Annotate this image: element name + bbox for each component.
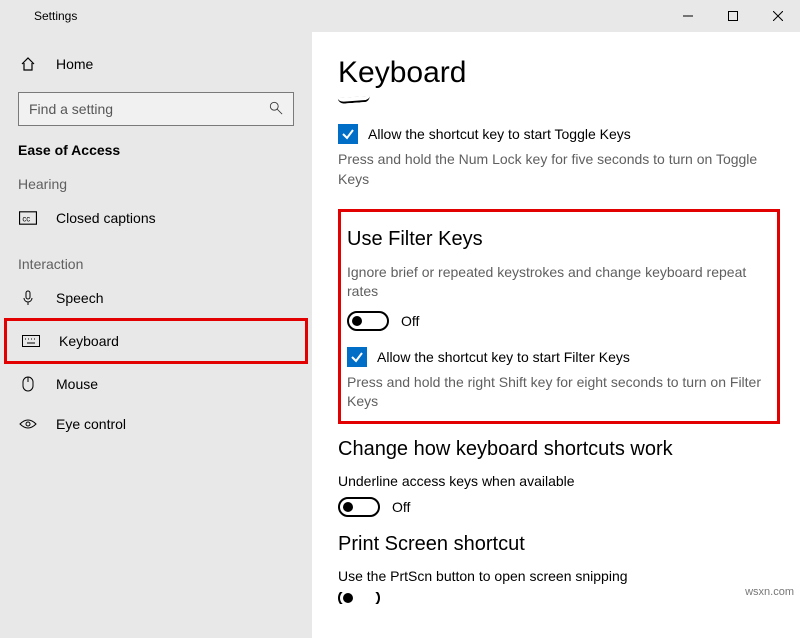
checkbox-label: Allow the shortcut key to start Filter K… <box>377 349 630 365</box>
search-icon <box>269 101 283 118</box>
group-interaction-label: Interaction <box>0 256 312 272</box>
titlebar: Settings <box>0 0 800 32</box>
sidebar-item-label: Mouse <box>56 376 98 392</box>
sidebar-item-closed-captions[interactable]: cc Closed captions <box>0 198 312 238</box>
mouse-icon <box>18 376 38 392</box>
search-input[interactable] <box>18 92 294 126</box>
microphone-icon <box>18 290 38 306</box>
sidebar-item-keyboard[interactable]: Keyboard <box>7 321 305 361</box>
window-controls <box>665 0 800 32</box>
sidebar: Home Ease of Access Hearing cc Closed ca… <box>0 32 312 638</box>
page-title: Keyboard <box>338 56 780 90</box>
filter-keys-shortcut-checkbox-row[interactable]: Allow the shortcut key to start Filter K… <box>347 347 767 367</box>
toggle-keys-desc: Press and hold the Num Lock key for five… <box>338 150 780 189</box>
sidebar-item-eye-control[interactable]: Eye control <box>0 404 312 444</box>
highlighted-keyboard: Keyboard <box>4 318 308 364</box>
sidebar-item-mouse[interactable]: Mouse <box>0 364 312 404</box>
close-button[interactable] <box>755 0 800 32</box>
checkbox-checked-icon[interactable] <box>338 124 358 144</box>
search-field[interactable] <box>29 101 258 117</box>
watermark: wsxn.com <box>745 586 794 598</box>
window-title: Settings <box>34 9 77 23</box>
highlighted-filter-keys: Use Filter Keys Ignore brief or repeated… <box>338 209 780 424</box>
home-icon <box>18 56 38 72</box>
sidebar-item-label: Home <box>56 56 93 72</box>
underline-access-desc: Underline access keys when available <box>338 473 780 489</box>
filter-keys-heading: Use Filter Keys <box>347 228 767 251</box>
sidebar-item-home[interactable]: Home <box>0 44 312 84</box>
category-label: Ease of Access <box>0 142 312 158</box>
toggle-state: Off <box>392 499 410 515</box>
toggle-keys-checkbox-row[interactable]: Allow the shortcut key to start Toggle K… <box>338 124 780 144</box>
sidebar-item-label: Keyboard <box>59 333 119 349</box>
maximize-button[interactable] <box>710 0 755 32</box>
checkbox-label: Allow the shortcut key to start Toggle K… <box>368 126 631 142</box>
filter-keys-toggle[interactable] <box>347 311 389 331</box>
printscreen-desc: Use the PrtScn button to open screen sni… <box>338 568 780 584</box>
filter-keys-shortcut-desc: Press and hold the right Shift key for e… <box>347 373 767 411</box>
sidebar-item-speech[interactable]: Speech <box>0 278 312 318</box>
shortcuts-heading: Change how keyboard shortcuts work <box>338 438 780 461</box>
main-content: Keyboard Allow the shortcut key to start… <box>312 32 800 638</box>
keyboard-icon <box>21 335 41 347</box>
printscreen-toggle[interactable] <box>338 592 380 604</box>
filter-keys-desc: Ignore brief or repeated keystrokes and … <box>347 263 767 301</box>
sidebar-item-label: Speech <box>56 290 103 306</box>
group-hearing-label: Hearing <box>0 176 312 192</box>
underline-access-toggle[interactable] <box>338 497 380 517</box>
decorative-underline <box>338 96 370 104</box>
svg-text:cc: cc <box>22 214 30 223</box>
closed-captions-icon: cc <box>18 211 38 225</box>
sidebar-item-label: Closed captions <box>56 210 156 226</box>
sidebar-item-label: Eye control <box>56 416 126 432</box>
printscreen-heading: Print Screen shortcut <box>338 533 780 556</box>
toggle-state: Off <box>401 313 419 329</box>
minimize-button[interactable] <box>665 0 710 32</box>
eye-icon <box>18 418 38 430</box>
checkbox-checked-icon[interactable] <box>347 347 367 367</box>
